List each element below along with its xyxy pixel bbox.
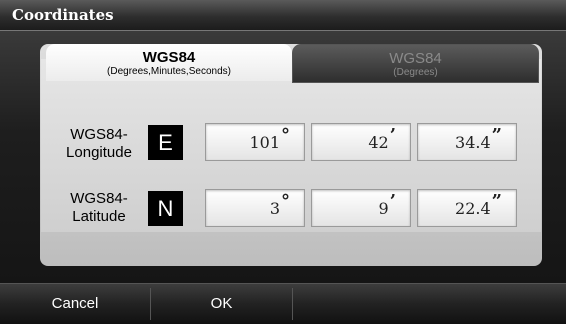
longitude-label-line2: Longitude xyxy=(66,144,132,161)
degree-symbol: ° xyxy=(281,125,290,146)
second-symbol: ” xyxy=(491,125,502,146)
bottom-toolbar: Cancel OK xyxy=(0,283,566,324)
latitude-minutes-field[interactable]: 9’ xyxy=(311,189,411,227)
latitude-direction-toggle[interactable]: N xyxy=(148,191,183,226)
longitude-minutes-field[interactable]: 42’ xyxy=(311,123,411,161)
toolbar-divider xyxy=(292,288,293,320)
longitude-minutes-value: 42 xyxy=(368,133,389,152)
title-bar: Coordinates xyxy=(0,0,566,31)
latitude-degrees-field[interactable]: 3° xyxy=(205,189,305,227)
latitude-label: WGS84- Latitude xyxy=(58,190,140,226)
tab-degrees-title: WGS84 xyxy=(389,50,442,67)
latitude-label-line1: WGS84- xyxy=(70,190,128,207)
minute-symbol: ’ xyxy=(389,191,396,212)
latitude-minutes-value: 9 xyxy=(378,199,389,218)
latitude-label-line2: Latitude xyxy=(72,208,126,225)
longitude-label-line1: WGS84- xyxy=(70,126,128,143)
tab-degrees-subtitle: (Degrees) xyxy=(393,67,438,78)
tab-dms-title: WGS84 xyxy=(142,49,196,66)
longitude-direction-toggle[interactable]: E xyxy=(148,125,183,160)
latitude-seconds-field[interactable]: 22.4” xyxy=(417,189,517,227)
cancel-button[interactable]: Cancel xyxy=(0,284,150,324)
tab-dms-subtitle: (Degrees,Minutes,Seconds) xyxy=(107,66,231,77)
tab-degrees[interactable]: WGS84 (Degrees) xyxy=(292,44,539,83)
longitude-degrees-value: 101 xyxy=(249,133,280,152)
degree-symbol: ° xyxy=(281,191,290,212)
tab-dms[interactable]: WGS84 (Degrees,Minutes,Seconds) xyxy=(46,44,292,81)
longitude-degrees-field[interactable]: 101° xyxy=(205,123,305,161)
window-title: Coordinates xyxy=(12,6,114,24)
second-symbol: ” xyxy=(491,191,502,212)
ok-button[interactable]: OK xyxy=(151,284,292,324)
longitude-seconds-value: 34.4 xyxy=(455,133,491,152)
latitude-seconds-value: 22.4 xyxy=(455,199,491,218)
longitude-label: WGS84- Longitude xyxy=(58,126,140,162)
latitude-degrees-value: 3 xyxy=(269,199,280,218)
longitude-seconds-field[interactable]: 34.4” xyxy=(417,123,517,161)
minute-symbol: ’ xyxy=(389,125,396,146)
